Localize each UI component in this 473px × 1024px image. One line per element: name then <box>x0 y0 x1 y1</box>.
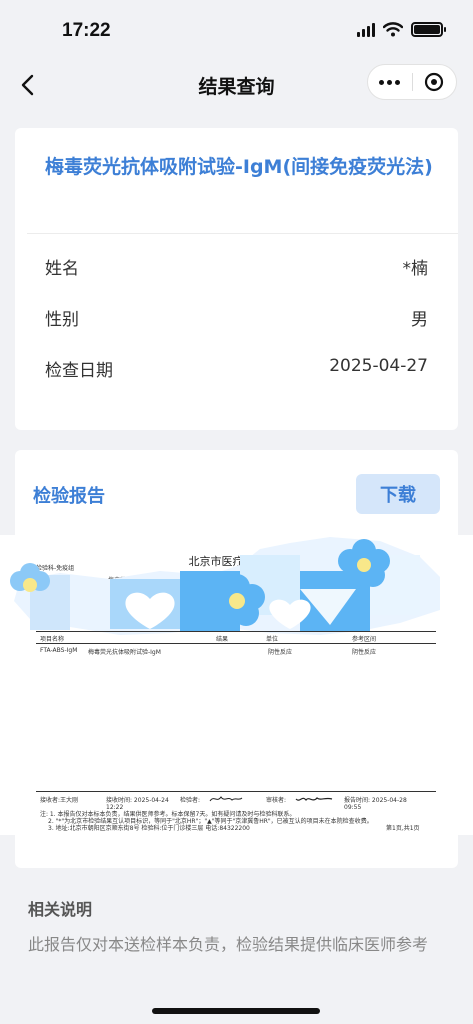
doc-note-3: 3. 地址:北京市朝阳区京顺东街8号 检验科:位于门诊楼三层 电话:843222… <box>48 825 250 832</box>
tester-signature-icon <box>209 796 243 802</box>
download-button[interactable]: 下载 <box>356 474 440 514</box>
info-value: 男 <box>411 310 428 330</box>
test-info-card: 梅毒荧光抗体吸附试验-IgM(间接免疫荧光法) 姓名 *楠 性别 男 检查日期 … <box>15 128 458 430</box>
info-value: 2025-04-27 <box>329 356 428 376</box>
doc-row-name: 梅毒荧光抗体吸附试验-IgM <box>88 649 161 656</box>
doc-row-ref: 阴性反应 <box>352 649 377 656</box>
doc-reviewer: 审核者: <box>266 797 287 804</box>
info-row-gender: 性别 男 <box>45 305 428 331</box>
test-name: 梅毒荧光抗体吸附试验-IgM(间接免疫荧光法) <box>45 156 433 178</box>
doc-report-time: 报告时间: 2025-04-28 09:55 <box>344 797 407 811</box>
notes-text: 此报告仅对本送检样本负责，检验结果提供临床医师参考 <box>28 935 429 954</box>
battery-icon <box>411 22 446 37</box>
info-row-name: 姓名 *楠 <box>45 254 428 280</box>
doc-rule <box>36 631 436 632</box>
status-icons <box>357 22 446 37</box>
more-options-icon[interactable] <box>368 65 412 99</box>
info-label: 姓名 <box>45 259 79 279</box>
miniprogram-capsule <box>367 64 457 100</box>
related-notes: 相关说明 此报告仅对本送检样本负责，检验结果提供临床医师参考 <box>0 870 473 1024</box>
info-row-date: 检查日期 2025-04-27 <box>45 356 428 382</box>
doc-page-number: 第1页,共1页 <box>386 825 420 832</box>
wifi-icon <box>383 22 403 37</box>
info-value: *楠 <box>402 259 429 279</box>
status-time: 17:22 <box>62 20 111 41</box>
doc-rule <box>36 643 436 644</box>
nav-bar: 结果查询 <box>0 62 473 108</box>
home-indicator <box>152 1008 320 1014</box>
report-heading: 检验报告 <box>33 486 105 507</box>
cellular-signal-icon <box>357 22 375 37</box>
info-label: 性别 <box>45 310 79 330</box>
close-miniprogram-icon[interactable] <box>413 65 457 99</box>
report-document[interactable]: 北京市医疗机构临床检验结果报告单 检验科-免疫组 医院 梅毒荧光抗体吸附试验-I… <box>0 535 473 835</box>
doc-receiver: 接收者:王大刚 <box>40 797 79 804</box>
notes-title: 相关说明 <box>28 900 93 919</box>
status-bar: 17:22 <box>0 0 473 62</box>
doc-row-code: FTA-ABS-IgM <box>40 647 78 654</box>
decorative-sticker-overlay <box>10 537 440 635</box>
doc-tester: 检验者: <box>180 797 201 804</box>
doc-col-item: 项目名称 <box>40 636 65 643</box>
doc-col-ref: 参考区间 <box>352 636 377 643</box>
doc-col-unit: 单位 <box>266 636 279 643</box>
doc-row-result: 阴性反应 <box>268 649 293 656</box>
info-label: 检查日期 <box>45 361 113 381</box>
reviewer-signature-icon <box>295 797 333 801</box>
doc-rule <box>36 791 436 792</box>
divider <box>27 233 458 234</box>
doc-col-result: 结果 <box>216 636 229 643</box>
